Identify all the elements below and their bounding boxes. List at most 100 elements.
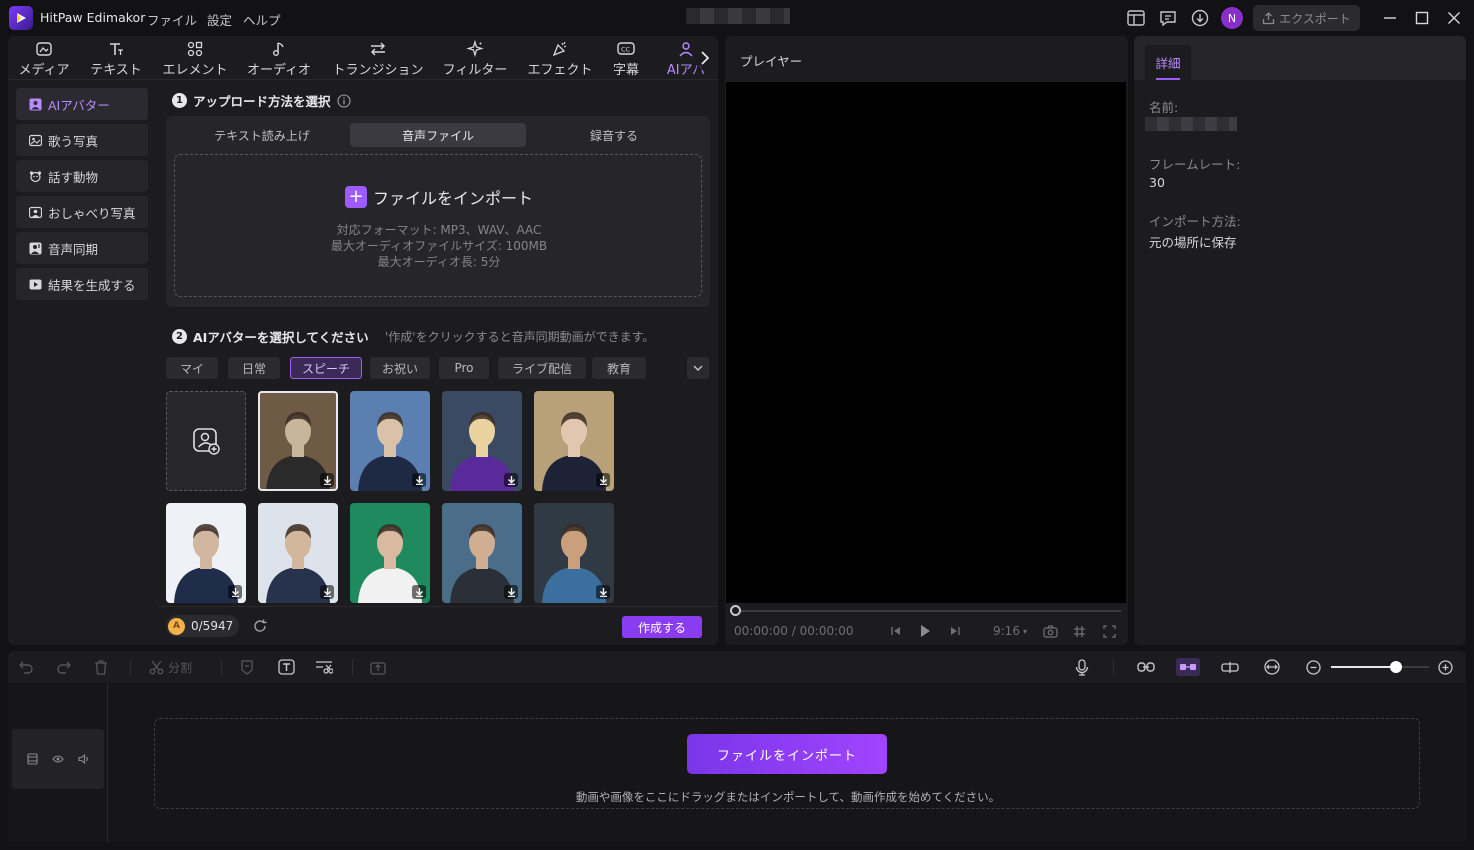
- track-eye-icon[interactable]: [52, 753, 64, 765]
- minimize-icon[interactable]: [1380, 8, 1400, 28]
- crop-grid-icon[interactable]: [1073, 623, 1086, 639]
- download-avatar-icon[interactable]: [412, 473, 426, 487]
- mode-tab-audio-file[interactable]: 音声ファイル: [350, 123, 526, 147]
- avatar-man-gray-hair[interactable]: [166, 503, 246, 603]
- snapshot-icon[interactable]: [1043, 623, 1058, 639]
- redo-icon[interactable]: [56, 658, 72, 676]
- download-avatar-icon[interactable]: [412, 585, 426, 599]
- coin-icon: A: [168, 617, 185, 635]
- maximize-icon[interactable]: [1412, 8, 1432, 28]
- chevron-down-icon[interactable]: [687, 357, 709, 379]
- mode-tab-tts[interactable]: テキスト読み上げ: [174, 123, 350, 147]
- ai-avatar-nav-icon: [28, 97, 42, 111]
- prev-frame-icon[interactable]: [890, 623, 902, 639]
- fullscreen-icon[interactable]: [1103, 623, 1116, 639]
- download-avatar-icon[interactable]: [504, 585, 518, 599]
- avatar-woman-green[interactable]: [350, 503, 430, 603]
- info-icon[interactable]: [336, 93, 351, 108]
- chip-live[interactable]: ライブ配信: [498, 357, 586, 379]
- tabs-scroll-right-icon[interactable]: [694, 46, 716, 70]
- tab-details[interactable]: 詳細: [1145, 45, 1191, 80]
- media-icon: [35, 40, 53, 58]
- chip-my[interactable]: マイ: [166, 357, 218, 379]
- player-title: プレイヤー: [740, 54, 803, 69]
- track-film-icon[interactable]: [26, 753, 38, 765]
- tab-subtitle[interactable]: CC 字幕: [608, 40, 644, 78]
- avatar-man-blue-suit[interactable]: [350, 391, 430, 491]
- chip-pro[interactable]: Pro: [439, 357, 489, 379]
- aspect-ratio-dropdown[interactable]: 9:16 ▾: [993, 623, 1027, 639]
- chip-education[interactable]: 教育: [592, 357, 646, 379]
- avatar-woman-speaker[interactable]: [258, 391, 338, 491]
- avatar-man-denim[interactable]: [534, 503, 614, 603]
- nav-ai-avatar[interactable]: AIアバター: [16, 88, 148, 120]
- download-avatar-icon[interactable]: [320, 585, 334, 599]
- chip-speech[interactable]: スピーチ: [290, 357, 362, 379]
- delete-icon[interactable]: [94, 658, 108, 676]
- tab-effect[interactable]: エフェクト: [524, 40, 596, 78]
- tab-transition[interactable]: トランジション: [328, 40, 428, 78]
- nav-singing-photo[interactable]: 歌う写真: [16, 124, 148, 156]
- tab-media[interactable]: メディア: [16, 40, 72, 78]
- avatar-man-glasses[interactable]: [258, 503, 338, 603]
- user-avatar[interactable]: N: [1221, 7, 1243, 29]
- refresh-icon[interactable]: [252, 618, 268, 634]
- tab-audio[interactable]: オーディオ: [244, 40, 314, 78]
- player-screen[interactable]: [726, 82, 1126, 603]
- upload-mode-tabs: テキスト読み上げ 音声ファイル 録音する: [174, 123, 702, 147]
- nav-generate-result[interactable]: 結果を生成する: [16, 268, 148, 300]
- mode-tab-record[interactable]: 録音する: [526, 123, 702, 147]
- avatar-man-podium[interactable]: [442, 503, 522, 603]
- download-avatar-icon[interactable]: [596, 585, 610, 599]
- details-tab-underline: [1156, 78, 1180, 80]
- add-custom-avatar-button[interactable]: [166, 391, 246, 491]
- nav-talking-animal[interactable]: 話す動物: [16, 160, 148, 192]
- play-icon[interactable]: [919, 623, 931, 639]
- undo-icon[interactable]: [18, 658, 34, 676]
- export-button[interactable]: エクスポート: [1253, 5, 1360, 31]
- marker-icon[interactable]: [240, 658, 254, 676]
- track-volume-icon[interactable]: [78, 753, 90, 765]
- export-clip-icon[interactable]: [370, 658, 386, 676]
- zoom-out-icon[interactable]: [1306, 658, 1321, 676]
- audio-drop-zone[interactable]: + ファイルをインポート 対応フォーマット: MP3、WAV、AAC 最大オーデ…: [174, 154, 702, 297]
- avatar-woman-navy[interactable]: [534, 391, 614, 491]
- microphone-icon[interactable]: [1075, 658, 1089, 676]
- playback-progress-knob[interactable]: [730, 605, 741, 616]
- chip-celebration[interactable]: お祝い: [370, 357, 430, 379]
- playback-progress-track[interactable]: [735, 610, 1121, 612]
- download-avatar-icon[interactable]: [596, 473, 610, 487]
- download-avatar-icon[interactable]: [504, 473, 518, 487]
- layout-icon[interactable]: [1126, 9, 1146, 27]
- split-button[interactable]: 分割: [149, 658, 192, 676]
- project-name-blurred[interactable]: [686, 8, 790, 24]
- download-avatar-icon[interactable]: [320, 473, 334, 487]
- next-frame-icon[interactable]: [949, 623, 961, 639]
- zoom-slider-knob[interactable]: [1389, 661, 1402, 673]
- tab-text[interactable]: テキスト: [86, 40, 146, 78]
- nav-lip-sync[interactable]: 音声同期: [16, 232, 148, 264]
- create-button[interactable]: 作成する: [622, 616, 702, 638]
- tab-filter[interactable]: フィルター: [440, 40, 510, 78]
- timeline-drop-zone[interactable]: ファイルをインポート 動画や画像をここにドラッグまたはインポートして、動画作成を…: [154, 718, 1420, 809]
- magnet-snap-icon[interactable]: [1176, 658, 1200, 676]
- chip-daily[interactable]: 日常: [228, 357, 280, 379]
- feedback-icon[interactable]: [1158, 9, 1178, 27]
- download-icon[interactable]: [1190, 9, 1210, 27]
- download-avatar-icon[interactable]: [228, 585, 242, 599]
- nav-talking-photo[interactable]: おしゃべり写真: [16, 196, 148, 228]
- split-track-icon[interactable]: [1221, 658, 1239, 676]
- link-icon[interactable]: [1137, 658, 1155, 676]
- menu-help[interactable]: ヘルプ: [243, 10, 281, 29]
- menu-file[interactable]: ファイル: [147, 10, 197, 29]
- timeline-import-button[interactable]: ファイルをインポート: [687, 734, 887, 774]
- import-audio-button[interactable]: + ファイルをインポート: [345, 185, 533, 209]
- avatar-graduate[interactable]: [442, 391, 522, 491]
- close-icon[interactable]: [1444, 8, 1464, 28]
- zoom-in-icon[interactable]: [1438, 658, 1453, 676]
- text-to-speech-icon[interactable]: [278, 658, 295, 676]
- tab-element[interactable]: エレメント: [160, 40, 230, 78]
- auto-cut-icon[interactable]: [315, 658, 333, 676]
- fit-timeline-icon[interactable]: [1263, 658, 1281, 676]
- menu-settings[interactable]: 設定: [207, 10, 232, 29]
